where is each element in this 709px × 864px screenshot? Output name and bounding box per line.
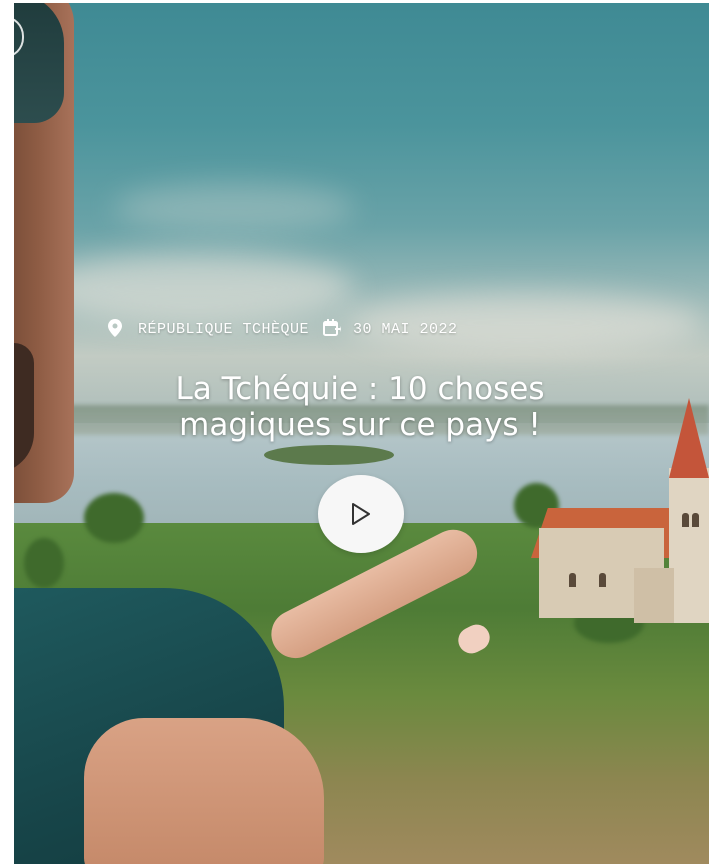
calendar-icon xyxy=(323,319,342,339)
church-window xyxy=(692,513,699,527)
church-window xyxy=(569,573,576,587)
church-window xyxy=(682,513,689,527)
post-title-line-2: magiques sur ce pays ! xyxy=(179,407,541,443)
location-link[interactable]: RÉPUBLIQUE TCHÈQUE xyxy=(138,321,309,338)
top-edge xyxy=(0,0,709,3)
left-edge xyxy=(0,0,14,864)
post-meta: RÉPUBLIQUE TCHÈQUE 30 MAI 2022 xyxy=(108,316,668,342)
man-hand xyxy=(84,718,324,864)
cloud xyxy=(114,183,354,233)
play-button[interactable] xyxy=(318,475,404,553)
church-annex xyxy=(634,568,674,623)
bush xyxy=(84,493,144,543)
island xyxy=(264,445,394,465)
man-cap xyxy=(14,3,64,123)
post-title[interactable]: La Tchéquie : 10 choses magiques sur ce … xyxy=(120,371,600,443)
church-window xyxy=(599,573,606,587)
cloud xyxy=(34,253,354,323)
post-date: 30 MAI 2022 xyxy=(353,320,458,338)
church-spire xyxy=(669,398,709,478)
bush xyxy=(24,538,64,588)
map-pin-icon xyxy=(108,319,126,339)
play-icon xyxy=(352,503,370,525)
post-title-line-1: La Tchéquie : 10 choses xyxy=(175,371,545,407)
church-tower xyxy=(669,468,709,623)
